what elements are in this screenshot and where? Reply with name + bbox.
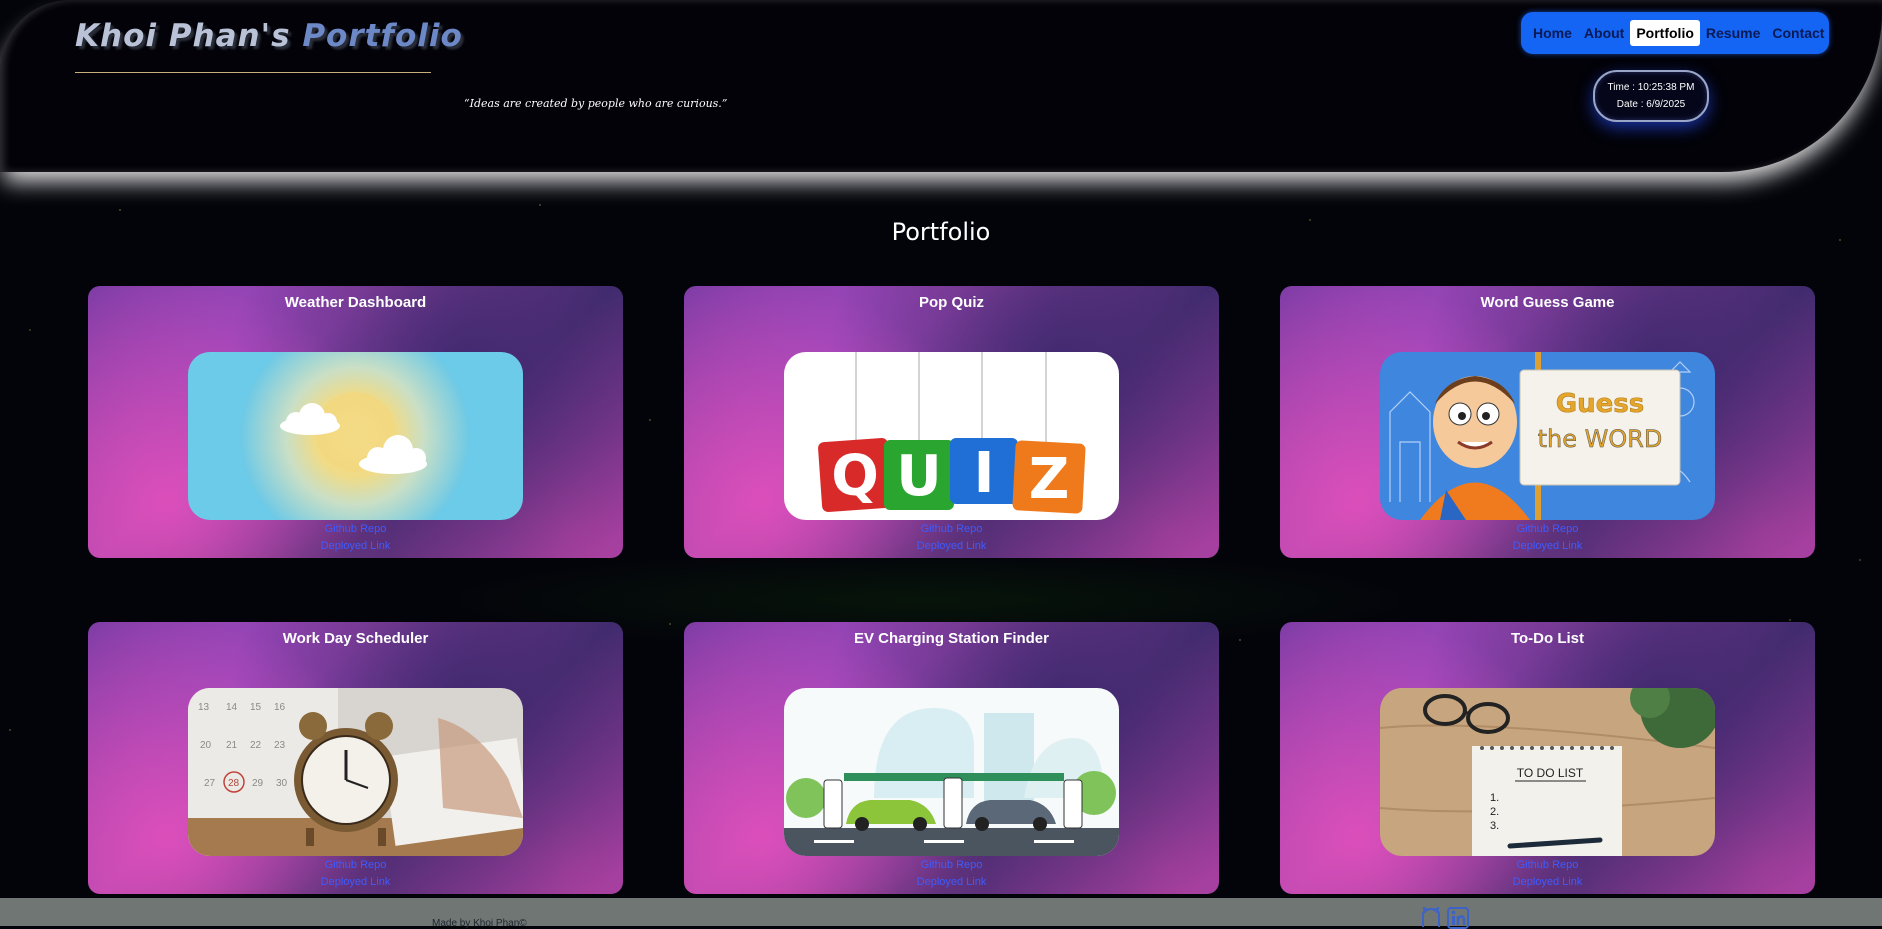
quiz-letter-u: U xyxy=(896,444,941,509)
project-card-word-guess: Word Guess Game Guess the WORD Github Re… xyxy=(1280,286,1815,558)
section-heading: Portfolio xyxy=(891,218,991,246)
svg-text:21: 21 xyxy=(226,740,238,751)
site-header: Khoi Phan's Portfolio “Ideas are created… xyxy=(0,0,1882,172)
guess-text: Guess xyxy=(1556,389,1644,419)
alarm-clock-calendar-image[interactable]: 13 14 15 16 20 21 22 23 27 28 29 30 xyxy=(188,688,523,856)
site-title-accent: Portfolio xyxy=(302,18,463,54)
nav-contact[interactable]: Contact xyxy=(1766,20,1830,46)
project-title: To-Do List xyxy=(1510,630,1585,647)
svg-text:20: 20 xyxy=(200,740,212,751)
project-links: Github Repo Deployed Link xyxy=(1280,857,1815,891)
deployed-link[interactable]: Deployed Link xyxy=(1280,874,1815,891)
nav-resume[interactable]: Resume xyxy=(1700,20,1766,46)
project-title: Weather Dashboard xyxy=(284,294,427,311)
weather-sun-cloud-image[interactable] xyxy=(188,352,523,520)
deployed-link[interactable]: Deployed Link xyxy=(1280,538,1815,555)
project-links: Github Repo Deployed Link xyxy=(1280,521,1815,555)
svg-text:28: 28 xyxy=(228,778,240,789)
guess-the-word-cartoon-image[interactable]: Guess the WORD xyxy=(1380,352,1715,520)
deployed-link[interactable]: Deployed Link xyxy=(88,538,623,555)
project-links: Github Repo Deployed Link xyxy=(684,521,1219,555)
clock-time: Time : 10:25:38 PM xyxy=(1607,82,1695,93)
project-title: EV Charging Station Finder xyxy=(853,630,1049,647)
svg-text:1.: 1. xyxy=(1490,792,1499,804)
project-card-ev-charging: EV Charging Station Finder Github Repo D… xyxy=(684,622,1219,894)
ev-charging-station-image[interactable] xyxy=(784,688,1119,856)
project-card-weather: Weather Dashboard Github Repo Deployed L… xyxy=(88,286,623,558)
made-by-text: Made by Khoi Phan© xyxy=(432,918,527,929)
svg-text:14: 14 xyxy=(226,702,238,713)
project-title: Word Guess Game xyxy=(1480,294,1615,311)
main-nav: Home About Portfolio Resume Contact xyxy=(1521,12,1829,54)
todo-notepad-image[interactable]: TO DO LIST 1. 2. 3. xyxy=(1380,688,1715,856)
site-title: Khoi Phan's Portfolio xyxy=(75,18,463,54)
svg-text:16: 16 xyxy=(274,702,286,713)
quiz-letter-q: Q xyxy=(831,444,879,509)
svg-text:27: 27 xyxy=(204,778,216,789)
svg-text:2.: 2. xyxy=(1490,806,1499,818)
github-repo-link[interactable]: Github Repo xyxy=(1280,521,1815,538)
deployed-link[interactable]: Deployed Link xyxy=(684,874,1219,891)
nav-home[interactable]: Home xyxy=(1527,20,1578,46)
project-card-pop-quiz: Pop Quiz Q U I Z Github Repo Deployed Li… xyxy=(684,286,1219,558)
github-repo-link[interactable]: Github Repo xyxy=(1280,857,1815,874)
nav-portfolio[interactable]: Portfolio xyxy=(1630,20,1700,46)
header-quote: “Ideas are created by people who are cur… xyxy=(464,97,728,110)
svg-text:22: 22 xyxy=(250,740,262,751)
project-links: Github Repo Deployed Link xyxy=(88,521,623,555)
title-underline xyxy=(75,72,431,73)
quiz-letter-tiles-image[interactable]: Q U I Z xyxy=(784,352,1119,520)
nav-about[interactable]: About xyxy=(1578,20,1630,46)
todo-heading-text: TO DO LIST xyxy=(1517,766,1584,780)
quiz-letter-i: I xyxy=(974,441,995,506)
svg-text:30: 30 xyxy=(276,778,288,789)
project-card-todo-list: To-Do List TO DO LIST 1. 2. 3. Github Re… xyxy=(1280,622,1815,894)
clock-date: Date : 6/9/2025 xyxy=(1616,99,1686,110)
svg-text:29: 29 xyxy=(252,778,264,789)
github-repo-link[interactable]: Github Repo xyxy=(88,857,623,874)
deployed-link[interactable]: Deployed Link xyxy=(684,538,1219,555)
site-title-name: Khoi Phan's xyxy=(75,18,291,54)
project-title: Work Day Scheduler xyxy=(282,630,429,647)
github-repo-link[interactable]: Github Repo xyxy=(684,521,1219,538)
project-links: Github Repo Deployed Link xyxy=(684,857,1219,891)
site-footer: Made by Khoi Phan© xyxy=(0,898,1882,929)
svg-text:3.: 3. xyxy=(1490,820,1499,832)
deployed-link[interactable]: Deployed Link xyxy=(88,874,623,891)
project-title: Pop Quiz xyxy=(919,294,984,311)
quiz-letter-z: Z xyxy=(1029,447,1070,512)
project-links: Github Repo Deployed Link xyxy=(88,857,623,891)
github-repo-link[interactable]: Github Repo xyxy=(88,521,623,538)
project-card-work-day-scheduler: Work Day Scheduler 13 14 15 16 20 21 22 … xyxy=(88,622,623,894)
the-word-text: the WORD xyxy=(1538,425,1663,453)
svg-text:13: 13 xyxy=(198,702,210,713)
svg-text:23: 23 xyxy=(274,740,286,751)
clock-widget: Time : 10:25:38 PM Date : 6/9/2025 xyxy=(1593,70,1709,122)
svg-text:15: 15 xyxy=(250,702,262,713)
github-repo-link[interactable]: Github Repo xyxy=(684,857,1219,874)
